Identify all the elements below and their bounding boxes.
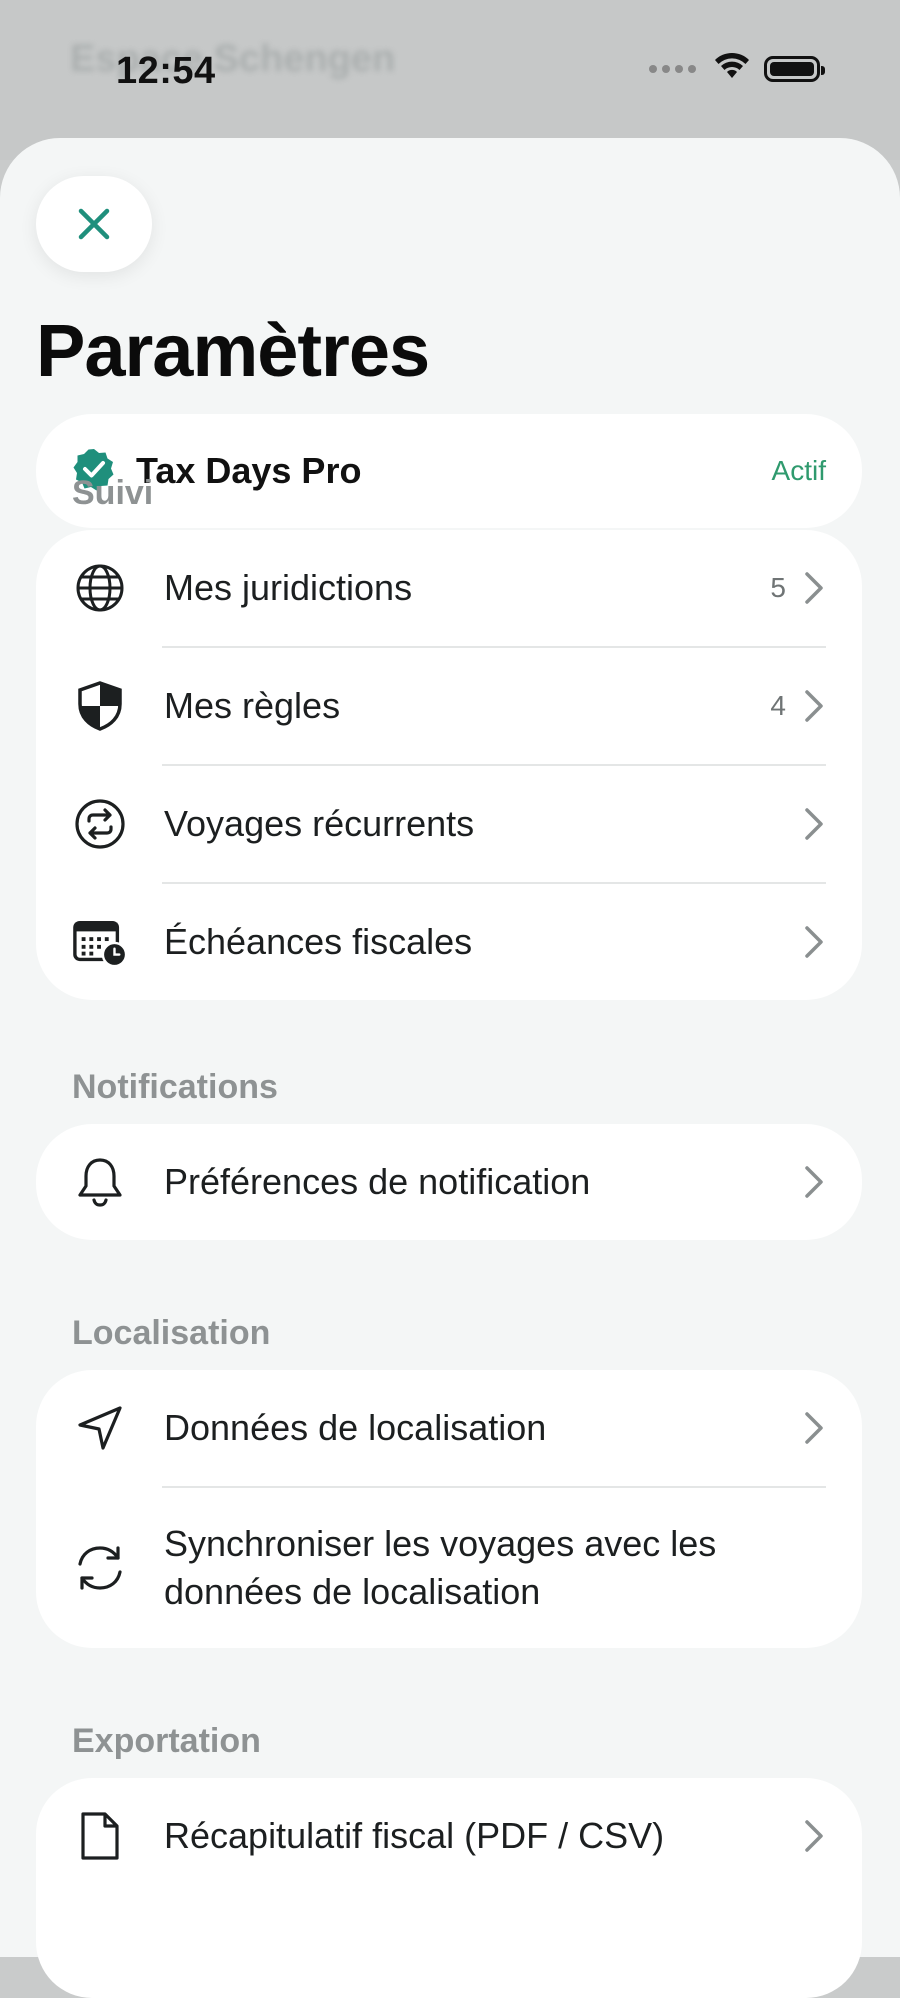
chevron-right-icon bbox=[802, 804, 826, 844]
section-label-location: Localisation bbox=[72, 1314, 271, 1352]
subscription-label: Tax Days Pro bbox=[136, 450, 362, 491]
shield-icon bbox=[72, 678, 128, 734]
location-card: Données de localisation Synchroniser les… bbox=[36, 1370, 862, 1648]
chevron-right-icon bbox=[802, 1162, 826, 1202]
section-label-export: Exportation bbox=[72, 1722, 261, 1760]
recurring-icon bbox=[72, 796, 128, 852]
section-label-tracking: Suivi bbox=[72, 474, 154, 512]
chevron-right-icon bbox=[802, 686, 826, 726]
chevron-right-icon bbox=[802, 568, 826, 608]
status-bar: 12:54 bbox=[0, 0, 900, 140]
settings-row-sync-trips[interactable]: Synchroniser les voyages avec les donnée… bbox=[36, 1488, 862, 1648]
sync-icon bbox=[72, 1540, 128, 1596]
status-time: 12:54 bbox=[116, 50, 216, 92]
row-label: Mes juridictions bbox=[164, 567, 413, 608]
section-label-notifications: Notifications bbox=[72, 1068, 278, 1106]
row-label: Échéances fiscales bbox=[164, 921, 473, 962]
location-arrow-icon bbox=[72, 1400, 128, 1456]
row-label: Préférences de notification bbox=[164, 1161, 591, 1202]
row-count: 4 bbox=[770, 690, 786, 721]
battery-icon bbox=[764, 55, 825, 82]
settings-row-recurring-trips[interactable]: Voyages récurrents bbox=[36, 766, 862, 882]
row-label: Voyages récurrents bbox=[164, 803, 475, 844]
close-button[interactable] bbox=[36, 176, 152, 272]
globe-icon bbox=[72, 560, 128, 616]
row-label: Récapitulatif fiscal (PDF / CSV) bbox=[164, 1815, 665, 1856]
settings-row-rules[interactable]: Mes règles 4 bbox=[36, 648, 862, 764]
row-label: Synchroniser les voyages avec les donnée… bbox=[164, 1523, 717, 1612]
document-icon bbox=[72, 1808, 128, 1864]
settings-row-tax-deadlines[interactable]: Échéances fiscales bbox=[36, 884, 862, 1000]
settings-row-location-data[interactable]: Données de localisation bbox=[36, 1370, 862, 1486]
row-label: Données de localisation bbox=[164, 1407, 547, 1448]
subscription-card[interactable]: Tax Days Pro Actif bbox=[36, 414, 862, 528]
settings-row-tax-summary[interactable]: Récapitulatif fiscal (PDF / CSV) bbox=[36, 1778, 862, 1894]
settings-row-jurisdictions[interactable]: Mes juridictions 5 bbox=[36, 530, 862, 646]
wifi-icon bbox=[714, 52, 750, 85]
export-card: Récapitulatif fiscal (PDF / CSV) bbox=[36, 1778, 862, 1998]
page-title: Paramètres bbox=[36, 309, 430, 392]
chevron-right-icon bbox=[802, 1408, 826, 1448]
row-count: 5 bbox=[770, 572, 786, 603]
status-icons bbox=[649, 52, 825, 85]
settings-row-notification-preferences[interactable]: Préférences de notification bbox=[36, 1124, 862, 1240]
notifications-card: Préférences de notification bbox=[36, 1124, 862, 1240]
chevron-right-icon bbox=[802, 922, 826, 962]
chevron-right-icon bbox=[802, 1816, 826, 1856]
tracking-card: Mes juridictions 5 Mes règles 4 Voyages … bbox=[36, 530, 862, 1000]
calendar-clock-icon bbox=[72, 914, 128, 970]
settings-sheet: Paramètres Tax Days Pro Actif Suivi Mes … bbox=[0, 138, 900, 1998]
close-icon bbox=[78, 208, 110, 240]
cellular-signal-icon bbox=[649, 64, 696, 73]
bell-icon bbox=[72, 1154, 128, 1210]
row-label: Mes règles bbox=[164, 685, 341, 726]
subscription-status: Actif bbox=[771, 455, 826, 486]
